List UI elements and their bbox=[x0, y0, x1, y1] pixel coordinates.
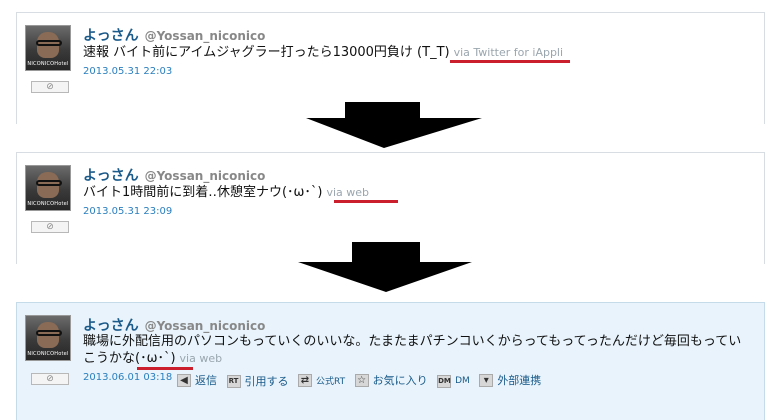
user-name-line: よっさん @Yossan_niconico bbox=[83, 315, 265, 335]
dm-label: DM bbox=[455, 376, 470, 386]
quote-label: 引用する bbox=[244, 375, 289, 388]
avatar-tag: NICONICOHotel bbox=[27, 201, 69, 207]
reply-label: 返信 bbox=[195, 374, 217, 387]
rt-icon: RT bbox=[226, 374, 241, 388]
block-button[interactable]: ⊘ bbox=[31, 221, 69, 233]
dm-icon: DM bbox=[437, 374, 452, 388]
favorite-button[interactable]: ☆ お気に入り bbox=[354, 372, 428, 388]
avatar[interactable]: NICONICOHotel bbox=[25, 315, 71, 361]
user-name[interactable]: よっさん bbox=[83, 28, 139, 44]
block-button[interactable]: ⊘ bbox=[31, 81, 69, 93]
chevron-down-icon: ▾ bbox=[479, 373, 494, 387]
user-handle[interactable]: @Yossan_niconico bbox=[145, 29, 266, 43]
user-handle[interactable]: @Yossan_niconico bbox=[145, 169, 266, 183]
tweet-text: 職場に外配信用のパソコンもっていくのいいな。たまたまパチンコいくからってもってっ… bbox=[83, 333, 753, 367]
avatar-tag: NICONICOHotel bbox=[27, 61, 69, 67]
tweet-timestamp[interactable]: 2013.06.01 03:18 bbox=[83, 372, 172, 383]
dm-button[interactable]: DM DM bbox=[437, 374, 470, 388]
tweet-card-2: NICONICOHotel ⊘ よっさん @Yossan_niconico バイト… bbox=[16, 152, 765, 264]
tweet-card-3: NICONICOHotel ⊘ よっさん @Yossan_niconico 職場に… bbox=[16, 302, 765, 420]
user-name-line: よっさん @Yossan_niconico bbox=[83, 25, 265, 45]
tweet-text: 速報 バイト前にアイムジャグラー打ったら13000円負け (T_T) via Tw… bbox=[83, 44, 753, 61]
quote-button[interactable]: RT 引用する bbox=[226, 373, 289, 389]
highlight-underline bbox=[450, 60, 570, 63]
official-rt-button[interactable]: ⇄ 公式RT bbox=[298, 373, 346, 387]
tweet-timestamp[interactable]: 2013.05.31 23:09 bbox=[83, 206, 172, 217]
user-handle[interactable]: @Yossan_niconico bbox=[145, 319, 266, 333]
tweet-body: バイト1時間前に到着‥休憩室ナウ(･ω･`) bbox=[83, 185, 323, 200]
tweet-text: バイト1時間前に到着‥休憩室ナウ(･ω･`) via web bbox=[83, 184, 753, 201]
tweet-actions: ◀ 返信 RT 引用する ⇄ 公式RT ☆ お気に入り DM DM ▾ 外部連携 bbox=[177, 372, 547, 389]
user-name-line: よっさん @Yossan_niconico bbox=[83, 165, 265, 185]
block-button[interactable]: ⊘ bbox=[31, 373, 69, 385]
tweet-timestamp[interactable]: 2013.05.31 22:03 bbox=[83, 66, 172, 77]
external-label: 外部連携 bbox=[497, 374, 542, 387]
avatar[interactable]: NICONICOHotel bbox=[25, 165, 71, 211]
user-name[interactable]: よっさん bbox=[83, 168, 139, 184]
retweet-icon: ⇄ bbox=[298, 373, 312, 387]
official-rt-label: 公式RT bbox=[316, 376, 346, 387]
via-source[interactable]: via web bbox=[326, 186, 369, 199]
highlight-underline bbox=[137, 367, 193, 370]
external-menu-button[interactable]: ▾ 外部連携 bbox=[479, 372, 541, 388]
tweet-body: 速報 バイト前にアイムジャグラー打ったら13000円負け (T_T) bbox=[83, 45, 450, 60]
user-name[interactable]: よっさん bbox=[83, 318, 139, 334]
highlight-underline bbox=[334, 200, 398, 203]
star-icon: ☆ bbox=[354, 373, 369, 387]
via-source[interactable]: via Twitter for iAppli bbox=[454, 46, 563, 59]
favorite-label: お気に入り bbox=[372, 374, 428, 387]
reply-arrow-icon: ◀ bbox=[177, 373, 191, 387]
avatar[interactable]: NICONICOHotel bbox=[25, 25, 71, 71]
via-source[interactable]: via web bbox=[180, 352, 223, 365]
tweet-card-1: NICONICOHotel ⊘ よっさん @Yossan_niconico 速報 … bbox=[16, 12, 765, 124]
reply-button[interactable]: ◀ 返信 bbox=[177, 372, 217, 388]
avatar-tag: NICONICOHotel bbox=[27, 351, 69, 357]
